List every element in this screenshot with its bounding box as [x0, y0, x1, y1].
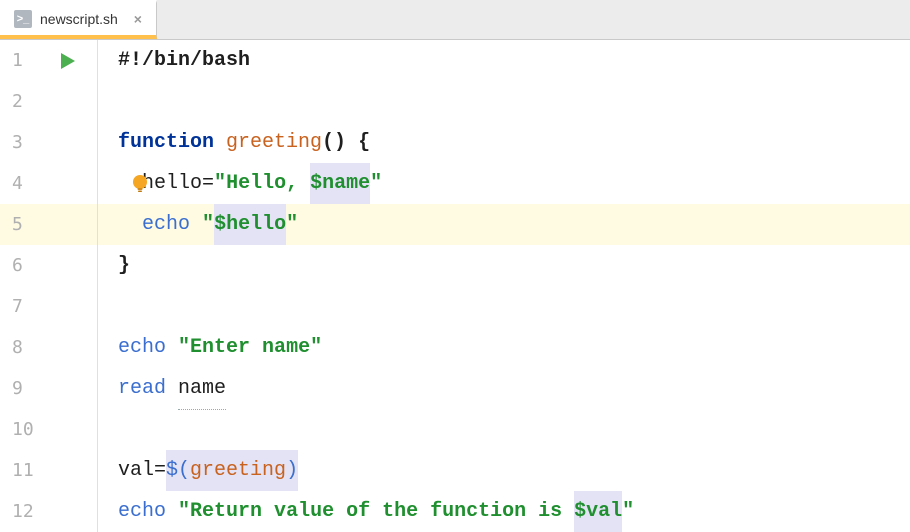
call-greeting: greeting — [190, 450, 286, 491]
gutter-line-4[interactable]: 4 — [0, 163, 97, 204]
code-line-5[interactable]: echo "$hello" — [98, 204, 910, 245]
read-arg: name — [178, 368, 226, 410]
terminal-icon: >_ — [14, 10, 32, 28]
gutter-line-12[interactable]: 12 — [0, 491, 97, 532]
close-icon[interactable]: × — [130, 11, 146, 27]
var-ref-name: $name — [310, 163, 370, 204]
var-ref-val: $val — [574, 491, 622, 532]
shebang: #!/bin/bash — [118, 40, 250, 81]
gutter-line-8[interactable]: 8 — [0, 327, 97, 368]
code-line-4[interactable]: hello="Hello, $name" — [98, 163, 910, 204]
run-gutter-icon[interactable] — [58, 52, 76, 70]
cmd-echo: echo — [118, 327, 166, 368]
editor-tab[interactable]: >_ newscript.sh × — [0, 0, 157, 39]
code-line-7[interactable] — [98, 286, 910, 327]
gutter-line-9[interactable]: 9 — [0, 368, 97, 409]
func-name: greeting — [226, 122, 322, 163]
gutter-line-2[interactable]: 2 — [0, 81, 97, 122]
cmd-echo: echo — [142, 204, 190, 245]
gutter: 1 2 3 4 5 6 7 8 9 10 11 12 — [0, 40, 98, 532]
tab-bar: >_ newscript.sh × — [0, 0, 910, 40]
code-line-8[interactable]: echo "Enter name" — [98, 327, 910, 368]
code-area[interactable]: #!/bin/bash function greeting() { hello=… — [98, 40, 910, 532]
code-line-10[interactable] — [98, 409, 910, 450]
cmd-read: read — [118, 368, 166, 409]
code-line-6[interactable]: } — [98, 245, 910, 286]
cmd-echo: echo — [118, 491, 166, 532]
tab-filename: newscript.sh — [40, 11, 118, 27]
gutter-line-5[interactable]: 5 — [0, 204, 97, 245]
code-line-9[interactable]: read name — [98, 368, 910, 409]
gutter-line-3[interactable]: 3 — [0, 122, 97, 163]
editor: 1 2 3 4 5 6 7 8 9 10 11 12 #!/bin/bash f… — [0, 40, 910, 532]
code-line-11[interactable]: val=$(greeting) — [98, 450, 910, 491]
gutter-line-10[interactable]: 10 — [0, 409, 97, 450]
gutter-line-11[interactable]: 11 — [0, 450, 97, 491]
code-line-1[interactable]: #!/bin/bash — [98, 40, 910, 81]
gutter-line-1[interactable]: 1 — [0, 40, 97, 81]
var-val: val — [118, 450, 154, 491]
var-ref-hello: $hello — [214, 204, 286, 245]
code-line-12[interactable]: echo "Return value of the function is $v… — [98, 491, 910, 532]
gutter-line-7[interactable]: 7 — [0, 286, 97, 327]
gutter-line-6[interactable]: 6 — [0, 245, 97, 286]
